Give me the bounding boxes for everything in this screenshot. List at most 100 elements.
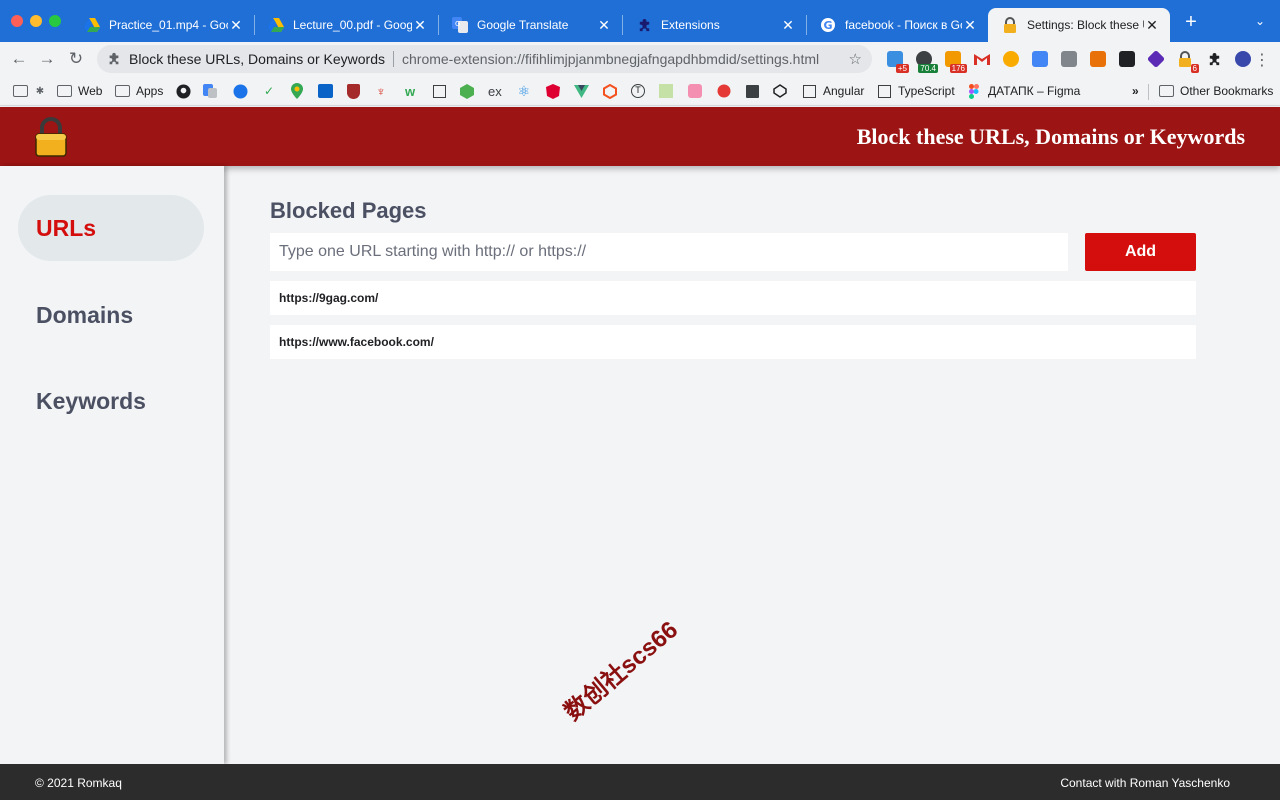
- svg-text:G: G: [824, 19, 833, 32]
- bookmark-item[interactable]: w: [402, 82, 418, 100]
- tab-title: Google Translate: [477, 18, 569, 32]
- add-button[interactable]: Add: [1085, 233, 1196, 271]
- bookmarks-bar: ✱ Web Apps ✓ ♆ w ex ⚛ T Angular TypeScri…: [0, 76, 1280, 106]
- sidebar: URLs Domains Keywords: [0, 166, 224, 764]
- address-bar[interactable]: Block these URLs, Domains or Keywords ch…: [97, 45, 872, 73]
- extension-icon[interactable]: [1029, 49, 1051, 69]
- address-url: chrome-extension://fifihlimjpjanmbnegjaf…: [402, 51, 820, 67]
- bookmark-angular[interactable]: Angular: [801, 82, 864, 100]
- extension-icon[interactable]: [1116, 49, 1138, 69]
- bookmark-folder-other[interactable]: Other Bookmarks: [1158, 82, 1273, 100]
- bookmark-folder-web[interactable]: Web: [56, 82, 102, 100]
- back-arrow-icon[interactable]: ←: [7, 47, 31, 71]
- kebab-menu-icon[interactable]: ⋮: [1254, 50, 1270, 70]
- folder-icon: [114, 83, 130, 99]
- extension-icon[interactable]: [1058, 49, 1080, 69]
- browser-tab[interactable]: Practice_01.mp4 - Google ✕: [70, 8, 254, 42]
- google-g-icon: G: [820, 17, 836, 33]
- m-box-icon: [431, 83, 447, 99]
- extension-icon[interactable]: [1087, 49, 1109, 69]
- bookmark-star-icon[interactable]: ☆: [849, 50, 862, 68]
- extension-icon[interactable]: +5: [884, 49, 909, 73]
- bookmark-folder-apps[interactable]: Apps: [114, 82, 163, 100]
- tab-title: facebook - Поиск в Google: [845, 18, 962, 32]
- chart-image-icon: [658, 83, 674, 99]
- t-circle-icon: T: [630, 83, 646, 99]
- bookmark-folder[interactable]: [12, 82, 28, 100]
- window-close-button[interactable]: [11, 15, 23, 27]
- puzzle-icon[interactable]: [1203, 49, 1225, 69]
- extension-icon[interactable]: [1145, 49, 1167, 69]
- browser-tab[interactable]: G Google Translate ✕: [438, 8, 622, 42]
- bookmark-item[interactable]: [317, 82, 333, 100]
- floppy-disk-icon: [744, 83, 760, 99]
- google-drive-icon: [268, 17, 284, 33]
- bookmark-item[interactable]: [744, 82, 760, 100]
- m-box-icon: [801, 83, 817, 99]
- bookmark-item[interactable]: [687, 82, 703, 100]
- header-title: Block these URLs, Domains or Keywords: [856, 124, 1245, 149]
- extension-icon[interactable]: [1232, 49, 1254, 69]
- window-minimize-button[interactable]: [30, 15, 42, 27]
- google-drive-icon: [84, 17, 100, 33]
- sidebar-item-urls[interactable]: URLs: [18, 195, 204, 261]
- bookmark-ex[interactable]: ex: [488, 82, 502, 100]
- sidebar-item-domains[interactable]: Domains: [18, 282, 204, 348]
- browser-tab-active[interactable]: Settings: Block these URLs ✕: [988, 8, 1170, 42]
- tab-title: Extensions: [661, 18, 720, 32]
- bookmark-item[interactable]: ♆: [373, 82, 389, 100]
- extension-icon[interactable]: 176: [942, 49, 967, 73]
- bookmark-item[interactable]: [573, 82, 589, 100]
- bookmark-item[interactable]: [175, 82, 191, 100]
- reload-icon[interactable]: ↻: [64, 47, 88, 71]
- bookmark-item[interactable]: [459, 82, 475, 100]
- window-zoom-button[interactable]: [49, 15, 61, 27]
- bookmark-item[interactable]: [202, 82, 218, 100]
- tower-icon: ♆: [376, 83, 386, 99]
- tab-close-icon[interactable]: ✕: [1144, 17, 1160, 34]
- puzzle-icon: [636, 17, 652, 33]
- bookmarks-separator: [1148, 84, 1149, 100]
- sidebar-item-keywords[interactable]: Keywords: [18, 368, 204, 434]
- new-tab-plus-icon[interactable]: +: [1182, 12, 1200, 32]
- browser-tab[interactable]: Extensions ✕: [622, 8, 806, 42]
- gmail-icon[interactable]: [971, 49, 993, 69]
- bookmark-item[interactable]: ⚛: [516, 82, 532, 100]
- bookmark-item[interactable]: [658, 82, 674, 100]
- lock-icon[interactable]: 6: [1174, 49, 1199, 73]
- url-input[interactable]: [270, 233, 1068, 271]
- tab-title: Settings: Block these URLs: [1027, 18, 1144, 32]
- bookmark-item[interactable]: [602, 82, 618, 100]
- browser-tab[interactable]: G facebook - Поиск в Google ✕: [806, 8, 988, 42]
- bookmark-figma[interactable]: ДАТАПК – Figma: [966, 82, 1080, 100]
- bookmark-item[interactable]: [345, 82, 361, 100]
- extension-badge: 176: [949, 64, 967, 73]
- red-circle-icon: [716, 83, 732, 99]
- tab-close-icon[interactable]: ✕: [780, 17, 796, 34]
- bookmarks-overflow-chevron[interactable]: »: [1132, 82, 1139, 100]
- forward-arrow-icon[interactable]: →: [35, 47, 59, 71]
- tab-close-icon[interactable]: ✕: [596, 17, 612, 34]
- bookmark-item[interactable]: [232, 82, 248, 100]
- footer-copyright: © 2021 Romkaq: [35, 776, 122, 790]
- extension-icon[interactable]: 70.4: [913, 49, 938, 73]
- tab-close-icon[interactable]: ✕: [412, 17, 428, 34]
- bookmark-item[interactable]: [289, 82, 305, 100]
- bookmark-item[interactable]: ✱: [32, 82, 48, 100]
- blocked-url-item[interactable]: https://www.facebook.com/: [270, 325, 1196, 359]
- bookmark-item[interactable]: [431, 82, 447, 100]
- bookmark-item[interactable]: T: [630, 82, 646, 100]
- bookmark-typescript[interactable]: TypeScript: [876, 82, 955, 100]
- bookmark-item[interactable]: [716, 82, 732, 100]
- tab-search-chevron-icon[interactable]: ⌄: [1252, 14, 1268, 30]
- tab-close-icon[interactable]: ✕: [228, 17, 244, 34]
- extension-icon[interactable]: [1000, 49, 1022, 69]
- browser-tab[interactable]: Lecture_00.pdf - Google ✕: [254, 8, 438, 42]
- tab-close-icon[interactable]: ✕: [962, 17, 978, 34]
- bookmark-item[interactable]: [545, 82, 561, 100]
- bookmark-item[interactable]: [772, 82, 788, 100]
- react-atom-icon: ⚛: [517, 82, 531, 99]
- blocked-url-item[interactable]: https://9gag.com/: [270, 281, 1196, 315]
- bookmark-item[interactable]: ✓: [261, 82, 277, 100]
- footer-contact-link[interactable]: Contact with Roman Yaschenko: [1060, 776, 1230, 790]
